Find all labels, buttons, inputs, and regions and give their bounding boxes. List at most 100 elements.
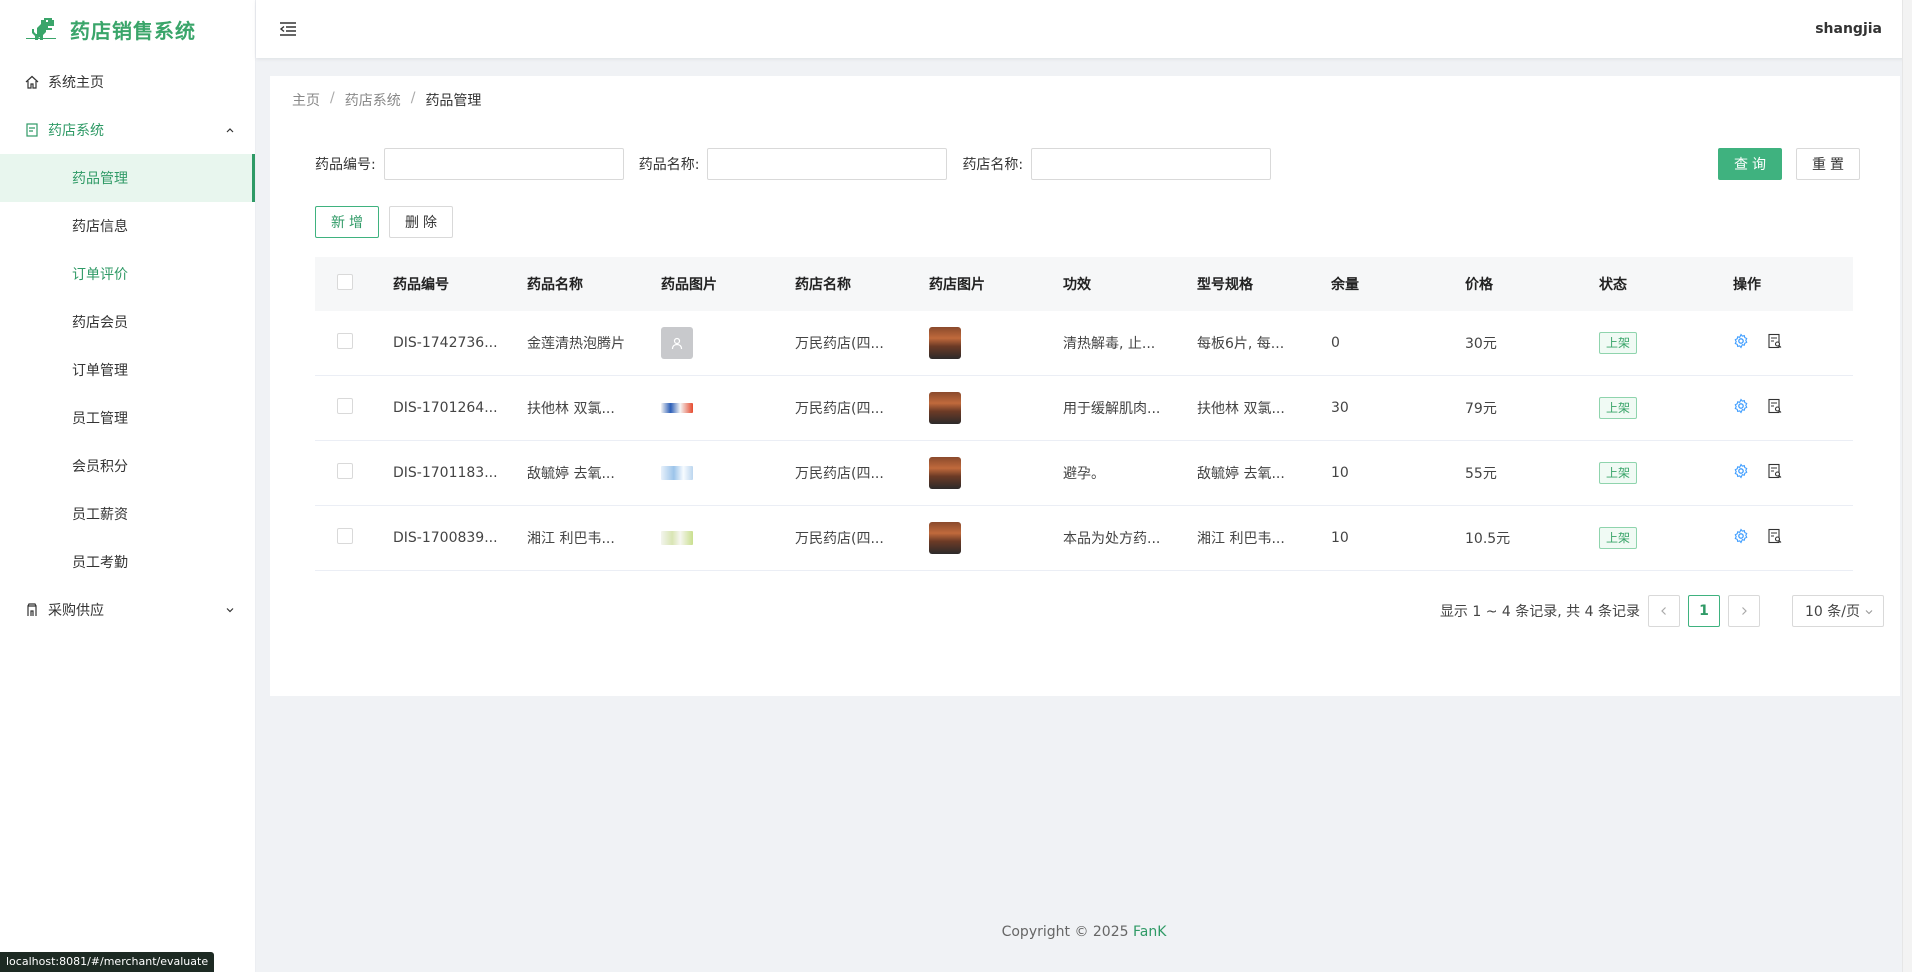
drug-image[interactable] xyxy=(661,327,693,359)
table-header: 药品编号 药品名称 药品图片 药店名称 药店图片 功效 型号规格 余量 价格 状… xyxy=(315,257,1853,311)
view-detail-icon[interactable] xyxy=(1767,398,1783,414)
store-name: 万民药店(四... xyxy=(795,531,884,547)
chevron-right-icon xyxy=(1742,607,1747,615)
drug-stock: 10 xyxy=(1331,530,1349,546)
column-header: 药店图片 xyxy=(929,277,985,293)
drug-name: 扶他林 双氯... xyxy=(527,401,615,417)
status-badge: 上架 xyxy=(1599,397,1638,419)
drug-price: 30元 xyxy=(1465,336,1497,352)
search-form: 药品编号: 药品名称: 药店名称: xyxy=(315,148,1900,180)
store-name-label: 药店名称: xyxy=(962,157,1024,173)
store-image[interactable] xyxy=(929,457,961,489)
drug-price: 79元 xyxy=(1465,401,1497,417)
table-row: DIS-1742736... 金莲清热泡腾片 万民药店(四... 清热解毒, 止… xyxy=(315,311,1853,376)
drug-name: 湘江 利巴韦... xyxy=(527,531,615,547)
user-name[interactable]: shangjia xyxy=(1815,21,1882,37)
row-checkbox[interactable] xyxy=(337,333,353,349)
row-checkbox[interactable] xyxy=(337,398,353,414)
drug-spec: 敌毓婷 去氧... xyxy=(1197,466,1285,482)
chevron-left-icon xyxy=(1661,607,1666,615)
document-icon xyxy=(24,122,40,138)
chevron-down-icon xyxy=(1865,610,1873,615)
store-name-input[interactable] xyxy=(1031,148,1272,180)
drug-image[interactable] xyxy=(661,466,693,480)
sidebar-item-drug-management[interactable]: 药品管理 xyxy=(0,154,255,202)
settings-gear-icon[interactable] xyxy=(1733,528,1749,544)
settings-gear-icon[interactable] xyxy=(1733,333,1749,349)
page-number-button[interactable]: 1 xyxy=(1688,595,1720,627)
store-name: 万民药店(四... xyxy=(795,401,884,417)
sidebar-item-order-management[interactable]: 订单管理 xyxy=(0,346,255,394)
drug-image[interactable] xyxy=(661,531,693,545)
drug-name-input[interactable] xyxy=(707,148,948,180)
breadcrumb-separator: / xyxy=(410,90,416,106)
drug-stock: 30 xyxy=(1331,400,1349,416)
add-button[interactable]: 新增 xyxy=(315,206,379,238)
breadcrumb-current: 药品管理 xyxy=(425,93,482,109)
drug-table: 药品编号 药品名称 药品图片 药店名称 药店图片 功效 型号规格 余量 价格 状… xyxy=(315,257,1853,571)
settings-gear-icon[interactable] xyxy=(1733,463,1749,479)
pagination: 显示 1 ~ 4 条记录, 共 4 条记录 1 10 条/页 xyxy=(1440,595,1884,627)
sidebar-group-purchase[interactable]: 采购供应 xyxy=(0,586,255,634)
column-header: 操作 xyxy=(1733,277,1761,293)
drug-spec: 每板6片, 每... xyxy=(1197,336,1285,352)
drug-price: 10.5元 xyxy=(1465,531,1511,547)
collapse-menu-icon[interactable] xyxy=(278,19,298,39)
logo: 药店销售系统 xyxy=(0,0,255,58)
row-checkbox[interactable] xyxy=(337,463,353,479)
drug-code: DIS-1742736... xyxy=(393,335,498,351)
sidebar-group-pharmacy[interactable]: 药店系统 xyxy=(0,106,255,154)
column-header: 药品图片 xyxy=(661,277,717,293)
drug-name: 金莲清热泡腾片 xyxy=(527,336,625,352)
sidebar-item-home[interactable]: 系统主页 xyxy=(0,58,255,106)
drug-code: DIS-1701264... xyxy=(393,400,498,416)
sidebar-item-staff-management[interactable]: 员工管理 xyxy=(0,394,255,442)
drug-effect: 用于缓解肌肉... xyxy=(1063,401,1161,417)
content-card: 主页 / 药店系统 / 药品管理 药品编号: 药品名称: 药店名称: 查询 重置… xyxy=(270,76,1900,696)
sidebar-item-staff-salary[interactable]: 员工薪资 xyxy=(0,490,255,538)
sidebar-item-store-members[interactable]: 药店会员 xyxy=(0,298,255,346)
footer: Copyright © 2025 FanK xyxy=(256,924,1912,940)
select-all-checkbox[interactable] xyxy=(337,274,353,290)
status-badge: 上架 xyxy=(1599,462,1638,484)
table-row: DIS-1701264... 扶他林 双氯... 万民药店(四... 用于缓解肌… xyxy=(315,376,1853,441)
breadcrumb-section[interactable]: 药店系统 xyxy=(345,90,401,110)
sidebar-item-order-evaluate[interactable]: 订单评价 xyxy=(0,250,255,298)
sidebar-item-member-points[interactable]: 会员积分 xyxy=(0,442,255,490)
reset-button[interactable]: 重置 xyxy=(1796,148,1860,180)
user-placeholder-icon xyxy=(671,337,683,350)
view-detail-icon[interactable] xyxy=(1767,333,1783,349)
store-image[interactable] xyxy=(929,327,961,359)
copyright-text: Copyright © 2025 xyxy=(1001,924,1129,940)
drug-image[interactable] xyxy=(661,403,693,413)
store-image[interactable] xyxy=(929,392,961,424)
sidebar-item-staff-attendance[interactable]: 员工考勤 xyxy=(0,538,255,586)
column-header: 功效 xyxy=(1063,277,1091,293)
drug-stock: 10 xyxy=(1331,465,1349,481)
column-header: 药店名称 xyxy=(795,277,851,293)
chevron-up-icon xyxy=(226,128,234,133)
store-image[interactable] xyxy=(929,522,961,554)
sidebar-menu: 系统主页 药店系统 药品管理 药店信息 订单评价 药店会员 订单管理 员工管理 … xyxy=(0,58,255,634)
page-scrollbar[interactable] xyxy=(1902,0,1912,972)
row-checkbox[interactable] xyxy=(337,528,353,544)
view-detail-icon[interactable] xyxy=(1767,463,1783,479)
delete-button[interactable]: 删除 xyxy=(389,206,453,238)
drug-code: DIS-1700839... xyxy=(393,530,498,546)
breadcrumb-separator: / xyxy=(330,90,335,106)
next-page-button[interactable] xyxy=(1728,595,1760,627)
breadcrumb-home[interactable]: 主页 xyxy=(292,90,320,110)
prev-page-button[interactable] xyxy=(1648,595,1680,627)
drug-code-input[interactable] xyxy=(383,148,624,180)
browser-status-url: localhost:8081/#/merchant/evaluate xyxy=(0,952,215,972)
drug-effect: 本品为处方药... xyxy=(1063,531,1161,547)
footer-brand-link[interactable]: FanK xyxy=(1133,924,1166,940)
query-button[interactable]: 查询 xyxy=(1718,148,1782,180)
settings-gear-icon[interactable] xyxy=(1733,398,1749,414)
breadcrumb: 主页 / 药店系统 / 药品管理 xyxy=(292,90,481,110)
status-badge: 上架 xyxy=(1599,527,1638,549)
sidebar-item-label: 药店系统 xyxy=(48,123,104,139)
sidebar-item-store-info[interactable]: 药店信息 xyxy=(0,202,255,250)
view-detail-icon[interactable] xyxy=(1767,528,1783,544)
page-size-select[interactable]: 10 条/页 xyxy=(1792,595,1884,627)
